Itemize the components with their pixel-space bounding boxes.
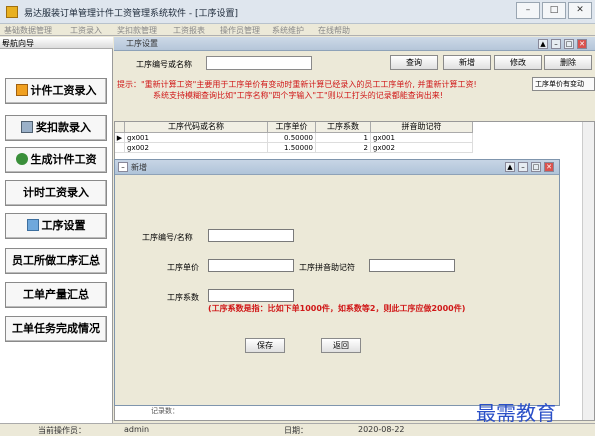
back-button[interactable]: 返回 <box>321 338 361 353</box>
price-label: 工序单价 <box>167 263 199 272</box>
menu-system[interactable]: 系统维护 <box>272 25 304 36</box>
money-icon <box>21 121 33 133</box>
row-indicator <box>115 143 125 153</box>
date-label: 日期： <box>284 426 308 435</box>
code-label: 工序编号/名称 <box>142 233 193 242</box>
recalculate-button[interactable]: 工序单价有变动 <box>532 77 595 91</box>
dialog-system-icon[interactable]: – <box>118 162 128 172</box>
settings-icon <box>26 219 39 231</box>
menu-bonus[interactable]: 奖扣款管理 <box>117 25 157 36</box>
menu-operator[interactable]: 操作员管理 <box>220 25 260 36</box>
column-header-factor[interactable]: 工序系数 <box>316 122 371 133</box>
menu-report[interactable]: 工资报表 <box>173 25 205 36</box>
operator-value: admin <box>124 425 150 434</box>
maximize-button[interactable]: □ <box>542 2 566 19</box>
save-button[interactable]: 保存 <box>245 338 285 353</box>
add-process-dialog: – 新增 ▲ – □ ✕ 工序编号/名称 工序单价 工序拼音助记符 工序系数 (… <box>114 159 560 406</box>
row-indicator-icon: ▶ <box>115 133 125 143</box>
child-minimize-button[interactable]: – <box>551 39 561 49</box>
column-header-name[interactable]: 工序代码或名称 <box>125 122 268 133</box>
row-indicator-header <box>115 122 125 133</box>
factor-hint: (工序系数是指：比如下单1000件，如系数等2，则此工序应做2000件) <box>208 304 466 313</box>
child-titlebar: 工序设置 ▲ – □ ✕ <box>114 37 595 51</box>
table-cell[interactable]: gx001 <box>125 133 268 143</box>
window-title: 易达服装订单管理计件工资管理系统软件 - [工序设置] <box>24 9 238 19</box>
calculator-icon <box>15 84 28 96</box>
table-cell[interactable]: 1.50000 <box>268 143 316 153</box>
close-button[interactable]: ✕ <box>568 2 592 19</box>
dialog-maximize-button[interactable]: □ <box>531 162 541 172</box>
dialog-restore-button[interactable]: ▲ <box>505 162 515 172</box>
record-count-label: 记录数： <box>151 407 179 415</box>
dialog-close-button[interactable]: ✕ <box>544 162 554 172</box>
sidebar: 导航向导 « 计件工资录入 奖扣款录入 生成计件工资 计时工资录入 工序设置 员… <box>0 37 113 423</box>
date-value: 2020-08-22 <box>358 425 405 434</box>
query-button[interactable]: 查询 <box>390 55 438 70</box>
column-header-pinyin[interactable]: 拼音助记符 <box>371 122 473 133</box>
table-cell[interactable]: 1 <box>316 133 371 143</box>
menu-basic-data[interactable]: 基础数据管理 <box>4 25 52 36</box>
dialog-minimize-button[interactable]: – <box>518 162 528 172</box>
hint-line-1: 提示："重新计算工资"主要用于工序单价有变动时重新计算已经录入的员工工序单价, … <box>117 80 477 89</box>
child-restore-button[interactable]: ▲ <box>538 39 548 49</box>
sidebar-header: 导航向导 « <box>0 37 113 49</box>
menu-bar: 基础数据管理 工资录入 奖扣款管理 工资报表 操作员管理 系统维护 在线帮助 <box>0 24 595 36</box>
generate-icon <box>15 153 28 165</box>
dialog-titlebar: – 新增 ▲ – □ ✕ <box>115 160 559 175</box>
nav-order-output-summary[interactable]: 工单产量汇总 <box>5 282 107 308</box>
dialog-title: 新增 <box>131 163 147 172</box>
hint-line-2: 系统支持模糊查询比如"工序名称"四个字输入"工"则以工打头的记录都能查询出来! <box>153 91 443 100</box>
table-cell[interactable]: 2 <box>316 143 371 153</box>
nav-generate-wage[interactable]: 生成计件工资 <box>5 147 107 173</box>
child-title: 工序设置 <box>126 39 158 48</box>
table-cell[interactable]: gx001 <box>371 133 473 143</box>
pinyin-label: 工序拼音助记符 <box>299 263 355 272</box>
table-scrollbar[interactable] <box>582 122 594 420</box>
app-icon <box>6 6 18 18</box>
delete-button[interactable]: 删除 <box>544 55 592 70</box>
child-maximize-button[interactable]: □ <box>564 39 574 49</box>
nav-piece-wage-entry[interactable]: 计件工资录入 <box>5 78 107 104</box>
table-cell[interactable]: 0.50000 <box>268 133 316 143</box>
column-header-price[interactable]: 工序单价 <box>268 122 316 133</box>
watermark: 最需教育 <box>476 401 556 425</box>
nav-bonus-entry[interactable]: 奖扣款录入 <box>5 115 107 141</box>
edit-button[interactable]: 修改 <box>494 55 542 70</box>
factor-input[interactable] <box>208 289 294 302</box>
table-cell[interactable]: gx002 <box>125 143 268 153</box>
table-cell[interactable]: gx002 <box>371 143 473 153</box>
child-close-button[interactable]: ✕ <box>577 39 587 49</box>
collapse-icon[interactable]: « <box>2 38 109 47</box>
price-input[interactable] <box>208 259 294 272</box>
window-titlebar: 易达服装订单管理计件工资管理系统软件 - [工序设置] – □ ✕ <box>0 0 595 24</box>
code-input[interactable] <box>208 229 294 242</box>
nav-time-wage-entry[interactable]: 计时工资录入 <box>5 180 107 206</box>
search-label: 工序编号或名称 <box>136 60 192 69</box>
nav-process-settings[interactable]: 工序设置 <box>5 213 107 239</box>
pinyin-input[interactable] <box>369 259 455 272</box>
nav-employee-process-summary[interactable]: 员工所做工序汇总 <box>5 248 107 274</box>
add-button[interactable]: 新增 <box>443 55 491 70</box>
hint-text: 提示："重新计算工资"主要用于工序单价有变动时重新计算已经录入的员工工序单价, … <box>117 79 532 101</box>
operator-label: 当前操作员： <box>38 426 86 435</box>
nav-order-task-status[interactable]: 工单任务完成情况 <box>5 316 107 342</box>
factor-label: 工序系数 <box>167 293 199 302</box>
search-input[interactable] <box>206 56 312 70</box>
menu-help[interactable]: 在线帮助 <box>318 25 350 36</box>
minimize-button[interactable]: – <box>516 2 540 19</box>
menu-wage-entry[interactable]: 工资录入 <box>70 25 102 36</box>
